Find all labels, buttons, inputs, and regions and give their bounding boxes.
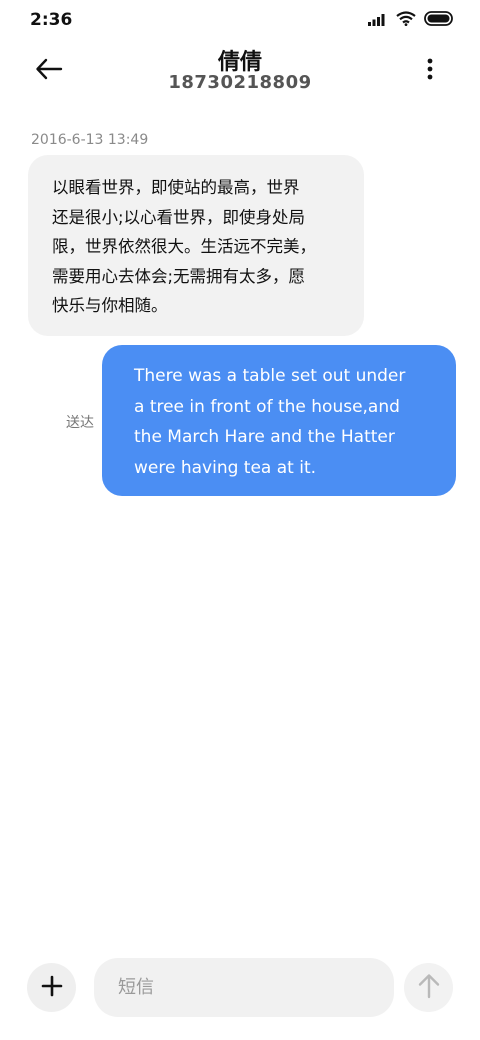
plus-icon: [41, 975, 63, 1001]
message-input[interactable]: [94, 958, 394, 1017]
conversation-header: 倩倩 18730218809: [0, 40, 480, 110]
arrow-up-icon: [417, 973, 441, 1003]
send-button[interactable]: [404, 963, 453, 1012]
message-line: There was a table set out under: [134, 366, 406, 386]
add-attachment-button[interactable]: [27, 963, 76, 1012]
message-line: 限，世界依然很大。生活远不完美，: [52, 237, 316, 256]
delivery-status: 送达: [66, 415, 94, 431]
message-line: 还是很小;以心看世界，即使身处局: [52, 207, 306, 227]
battery-icon: [424, 11, 454, 26]
incoming-message-bubble[interactable]: 以眼看世界，即使站的最高，世界 还是很小;以心看世界，即使身处局 限，世界依然很…: [28, 155, 364, 336]
message-timestamp: 2016-6-13 13:49: [31, 132, 149, 148]
contact-phone-number: 18730218809: [168, 72, 312, 93]
message-line: 以眼看世界，即使站的最高，世界: [52, 178, 300, 197]
message-line: 快乐与你相随。: [52, 296, 168, 315]
status-bar: 2:36: [0, 0, 480, 40]
message-line: the March Hare and the Hatter: [134, 427, 395, 447]
outgoing-message-bubble[interactable]: There was a table set out under a tree i…: [102, 345, 456, 496]
message-line: 需要用心去体会;无需拥有太多，愿: [52, 266, 306, 286]
status-time: 2:36: [30, 10, 73, 30]
signal-icon: [368, 12, 388, 26]
message-line: were having tea at it.: [134, 457, 317, 478]
status-icons: [368, 11, 454, 26]
more-vertical-icon: [418, 58, 442, 88]
wifi-icon: [396, 11, 416, 26]
more-options-button[interactable]: [418, 56, 442, 84]
message-line: a tree in front of the house,and: [134, 396, 400, 417]
